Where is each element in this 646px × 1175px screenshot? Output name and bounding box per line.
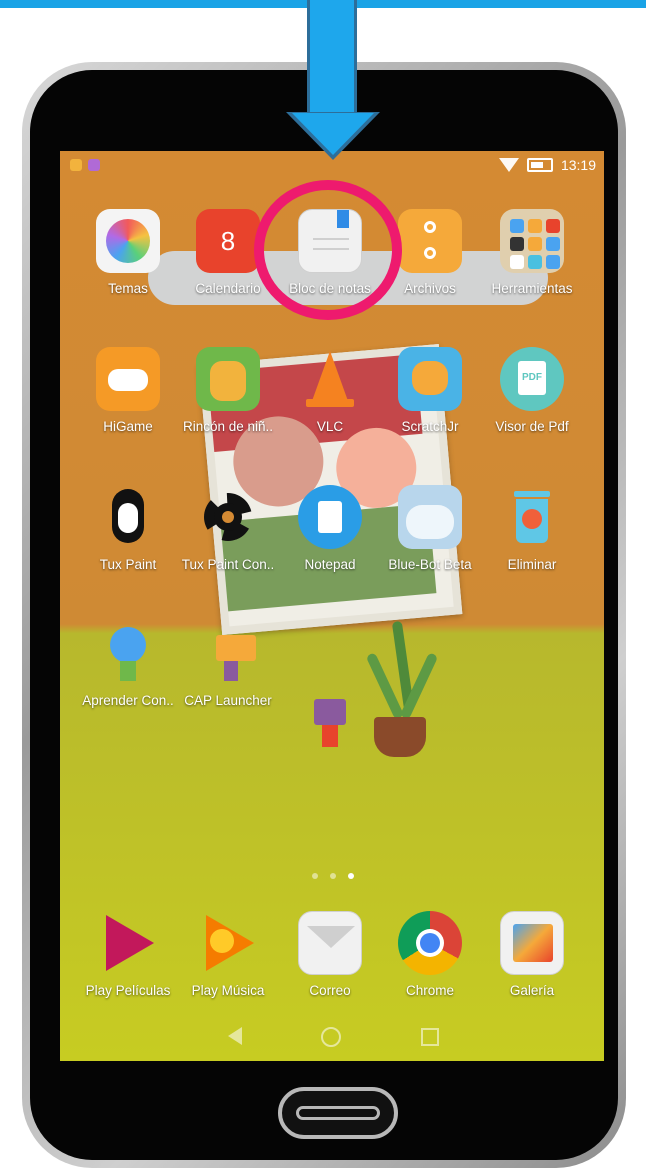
app-eliminar[interactable]: Eliminar (482, 485, 582, 572)
mail-icon (88, 159, 100, 171)
highlight-circle (254, 180, 402, 320)
pointer-arrow-head-fill (292, 113, 374, 155)
globe-character-icon (96, 621, 160, 685)
app-herramientas[interactable]: Herramientas (482, 209, 582, 296)
app-label: Archivos (404, 281, 456, 296)
pdf-icon: PDF (500, 347, 564, 411)
app-label: HiGame (103, 419, 153, 434)
app-label: Rincón de niñ.. (182, 419, 274, 434)
giraffe-icon (196, 347, 260, 411)
app-label: CAP Launcher (184, 693, 272, 708)
app-label: Eliminar (507, 557, 557, 572)
notification-icons (70, 159, 100, 171)
wifi-icon (498, 158, 519, 172)
physical-home-button[interactable] (278, 1087, 398, 1139)
app-tux-paint-config[interactable]: Tux Paint Con.. (178, 485, 278, 572)
app-play-musica[interactable]: Play Música (178, 911, 278, 998)
battery-icon (526, 158, 553, 172)
files-icon (398, 209, 462, 273)
page-dot[interactable] (330, 873, 336, 879)
app-notepad[interactable]: Notepad (280, 485, 380, 572)
page-indicator (312, 873, 354, 879)
navigation-bar (60, 1011, 604, 1061)
app-temas[interactable]: Temas (78, 209, 178, 296)
app-label: Play Películas (85, 983, 171, 998)
app-label: Tux Paint (99, 557, 157, 572)
app-chrome[interactable]: Chrome (380, 911, 480, 998)
app-label: VLC (316, 419, 344, 434)
play-movies-icon (96, 911, 160, 975)
gear-icon (196, 485, 260, 549)
tools-folder-icon (500, 209, 564, 273)
robot-decoration (310, 699, 350, 759)
app-galeria[interactable]: Galería (482, 911, 582, 998)
app-visor-de-pdf[interactable]: PDF Visor de Pdf (482, 347, 582, 434)
calendar-icon: 8 (196, 209, 260, 273)
app-aprender-con[interactable]: Aprender Con.. (78, 621, 178, 708)
back-icon[interactable] (228, 1027, 242, 1045)
themes-icon (96, 209, 160, 273)
pointer-arrow (307, 0, 357, 120)
app-correo[interactable]: Correo (280, 911, 380, 998)
status-right: 13:19 (498, 157, 596, 173)
vlc-cone-icon (298, 347, 362, 411)
app-label: Tux Paint Con.. (181, 557, 275, 572)
gamepad-icon (96, 347, 160, 411)
app-label: Chrome (405, 983, 454, 998)
app-higame[interactable]: HiGame (78, 347, 178, 434)
notepad-icon (298, 485, 362, 549)
page-dot-active[interactable] (348, 873, 354, 879)
app-label: ScratchJr (401, 419, 459, 434)
app-label: Visor de Pdf (495, 419, 569, 434)
app-label: Notepad (304, 557, 356, 572)
play-music-icon (196, 911, 260, 975)
tux-penguin-icon (96, 485, 160, 549)
app-label: Correo (309, 983, 351, 998)
mail-envelope-icon (298, 911, 362, 975)
trash-icon (500, 485, 564, 549)
app-label: Blue-Bot Beta (388, 557, 472, 572)
plant-decoration (365, 620, 439, 761)
app-label: Aprender Con.. (82, 693, 174, 708)
app-label: Galería (509, 983, 555, 998)
notification-icon (70, 159, 82, 171)
app-label: Temas (108, 281, 148, 296)
app-cap-launcher[interactable]: CAP Launcher (178, 621, 278, 708)
app-tux-paint[interactable]: Tux Paint (78, 485, 178, 572)
app-rincon-de-ninos[interactable]: Rincón de niñ.. (178, 347, 278, 434)
recents-icon[interactable] (421, 1028, 439, 1046)
clock: 13:19 (560, 157, 596, 173)
cap-launcher-icon (196, 621, 260, 685)
home-icon[interactable] (321, 1027, 341, 1047)
page-dot[interactable] (312, 873, 318, 879)
scratch-cat-icon (398, 347, 462, 411)
bluebot-icon (398, 485, 462, 549)
chrome-icon (398, 911, 462, 975)
gallery-icon (500, 911, 564, 975)
app-label: Herramientas (491, 281, 573, 296)
app-label: Play Música (191, 983, 265, 998)
app-vlc[interactable]: VLC (280, 347, 380, 434)
app-play-peliculas[interactable]: Play Películas (78, 911, 178, 998)
app-blue-bot-beta[interactable]: Blue-Bot Beta (380, 485, 480, 572)
app-scratchjr[interactable]: ScratchJr (380, 347, 480, 434)
